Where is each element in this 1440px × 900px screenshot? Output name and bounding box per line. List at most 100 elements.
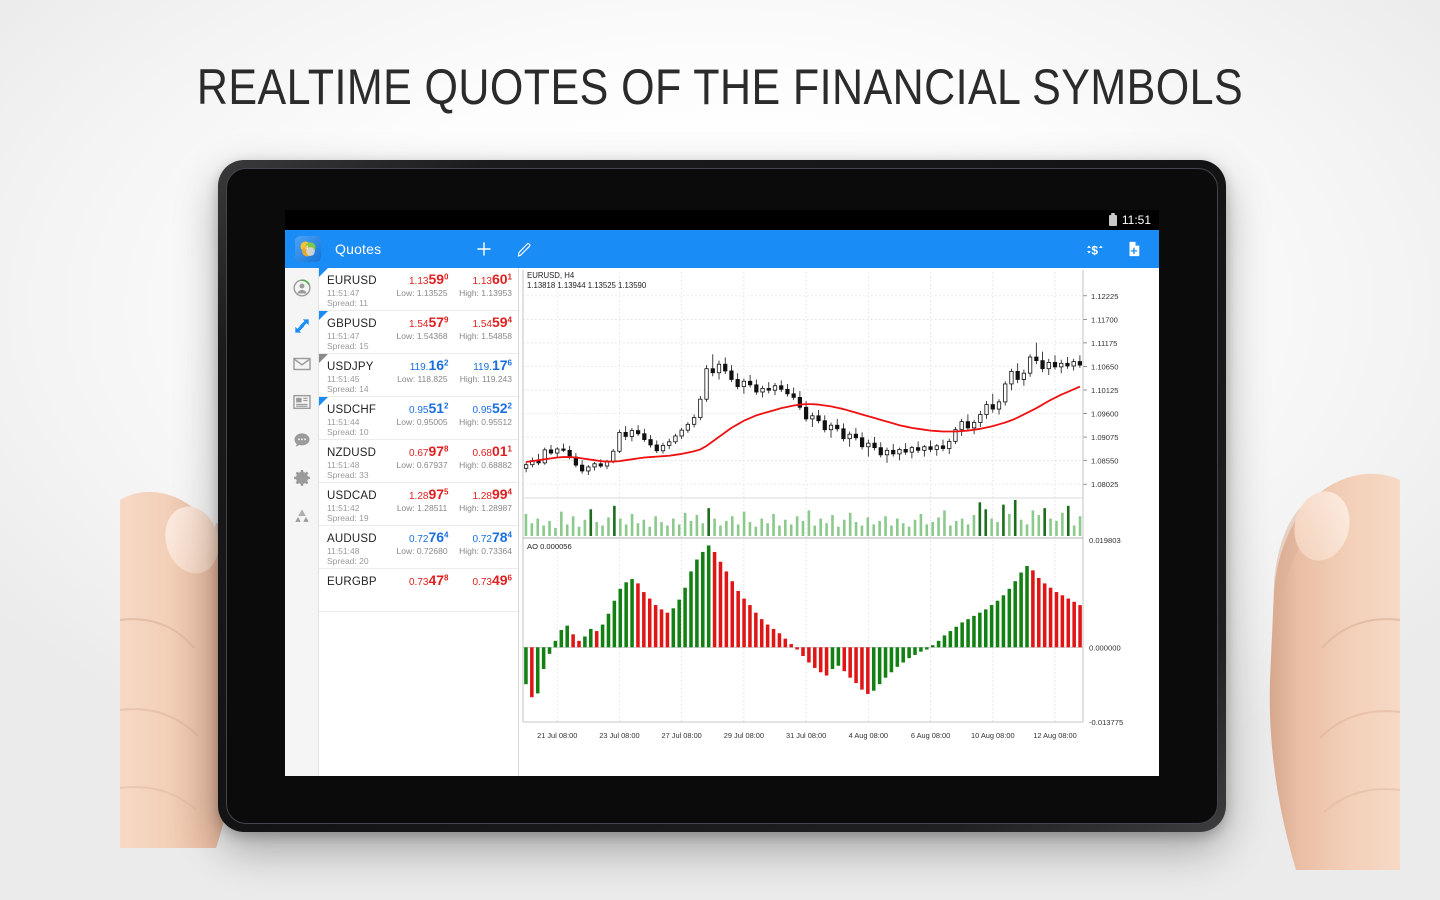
time-tick-label: 10 Aug 08:00 (971, 731, 1015, 740)
ao-bar (877, 647, 882, 685)
candle-body (841, 428, 846, 440)
ao-bar (612, 600, 617, 648)
volume-bar (689, 520, 693, 536)
time-tick-label: 27 Jul 08:00 (662, 731, 702, 740)
quote-row[interactable]: EURUSD 1.13590 1.13601 11:51:47 Low: 1.13525… (319, 268, 518, 311)
sidebar-item-news[interactable] (290, 390, 314, 414)
quote-low: Low: 118.825 (397, 374, 448, 384)
pencil-icon[interactable] (509, 234, 539, 264)
ao-bar (771, 628, 776, 648)
quotes-list[interactable]: EURUSD 1.13590 1.13601 11:51:47 Low: 1.13525… (319, 268, 519, 776)
volume-bar (565, 524, 569, 536)
sidebar-item-settings[interactable] (290, 466, 314, 490)
currency-sort-icon[interactable]: $ (1079, 234, 1109, 264)
add-document-icon[interactable] (1119, 234, 1149, 264)
volume-bar (524, 513, 528, 536)
volume-bar (795, 516, 799, 536)
sidebar-item-chat[interactable] (290, 428, 314, 452)
volume-bar (848, 512, 852, 536)
ao-bar (748, 605, 752, 648)
candle-body (667, 441, 672, 446)
quote-bid: 1.28975 (409, 486, 449, 502)
candle-body (859, 437, 865, 448)
candle-body (698, 398, 703, 418)
ao-bar (553, 640, 558, 648)
ao-bar (777, 633, 782, 648)
quote-row[interactable]: AUDUSD 0.72764 0.72784 11:51:48 Low: 0.72680… (319, 526, 518, 569)
quote-corner-marker (319, 268, 328, 277)
quote-row[interactable]: EURGBP 0.73478 0.73496 (319, 569, 518, 612)
volume-bar (854, 522, 858, 536)
volume-bar (642, 519, 646, 536)
ao-bar (630, 579, 634, 648)
quote-row[interactable]: USDCAD 1.28975 1.28994 11:51:42 Low: 1.28511… (319, 483, 518, 526)
ao-bar (665, 612, 670, 648)
ao-bar (695, 559, 699, 648)
quote-high: High: 1.54858 (459, 331, 513, 341)
quote-row[interactable]: NZDUSD 0.67978 0.68011 11:51:48 Low: 0.67937… (319, 440, 518, 483)
app-body: EURUSD 1.13590 1.13601 11:51:47 Low: 1.13525… (285, 268, 1159, 776)
ao-bar (1072, 601, 1076, 648)
volume-bar (636, 523, 640, 536)
candle-body (1071, 361, 1076, 367)
price-tick-label: 1.09075 (1091, 433, 1118, 442)
candle-body (741, 380, 747, 388)
ao-bar (801, 647, 805, 657)
quote-symbol: USDCAD (327, 490, 377, 502)
volume-bar (831, 515, 834, 536)
ao-bar (671, 608, 676, 648)
volume-bar (1037, 515, 1041, 536)
ao-bar (789, 644, 793, 648)
svg-text:$: $ (1091, 243, 1098, 257)
volume-bar (913, 519, 917, 536)
price-tick-label: 1.10650 (1091, 362, 1118, 371)
candle-body (673, 435, 678, 443)
sidebar-item-tradays[interactable] (290, 504, 314, 528)
chart-pane[interactable]: 1.12225 1.11700 1.11175 1.10650 1.10125 1.096… (519, 268, 1159, 776)
volume-bar (766, 523, 769, 536)
candle-body (679, 429, 684, 437)
ao-bar (1013, 581, 1017, 648)
ao-bar (1078, 605, 1082, 648)
quote-row[interactable]: USDJPY 119.162 119.176 11:51:45 Low: 118.825… (319, 354, 518, 397)
quote-bid: 1.54579 (409, 314, 449, 330)
quote-time: 11:51:48 (327, 460, 360, 470)
quote-symbol: NZDUSD (327, 447, 377, 459)
candle-body (978, 414, 983, 423)
sidebar-item-mail[interactable] (290, 352, 314, 376)
price-tick-label: 1.10125 (1091, 386, 1118, 395)
sidebar-item-accounts[interactable] (290, 276, 314, 300)
candle-body (797, 397, 802, 408)
candle-body (909, 447, 914, 453)
quote-row[interactable]: GBPUSD 1.54579 1.54594 11:51:47 Low: 1.54368… (319, 311, 518, 354)
app-title: Quotes (335, 241, 382, 257)
metatrader-logo-icon: 4 (295, 236, 321, 262)
ao-bar (559, 629, 564, 648)
quote-high: High: 119.243 (459, 374, 513, 384)
quote-spread: Spread: 15 (327, 341, 369, 351)
volume-bar (784, 519, 787, 536)
candle-body (598, 463, 603, 467)
ao-bar (565, 625, 569, 648)
price-tick-label: 1.08025 (1091, 480, 1118, 489)
quote-bid: 119.162 (409, 357, 449, 373)
ao-bar (972, 615, 976, 648)
volume-bar (707, 508, 710, 536)
app-bar: 4 Quotes $ (285, 230, 1159, 268)
ao-bar (830, 647, 835, 670)
candle-body (971, 422, 977, 429)
chart-ohlc-values: 1.13818 1.13944 1.13525 1.13590 (527, 281, 647, 290)
quote-row[interactable]: USDCHF 0.95512 0.95522 11:51:44 Low: 0.95005… (319, 397, 518, 440)
volume-bar (990, 518, 993, 536)
price-chart[interactable]: 1.12225 1.11700 1.11175 1.10650 1.10125 1.096… (519, 268, 1159, 776)
ao-bar (577, 640, 581, 648)
quote-spread: Spread: 14 (327, 384, 369, 394)
sidebar-item-trade[interactable] (290, 314, 314, 338)
ao-bar (524, 647, 528, 685)
plus-icon[interactable] (469, 234, 499, 264)
page-headline: REALTIME QUOTES OF THE FINANCIAL SYMBOLS (196, 59, 1244, 115)
candle-body (548, 449, 554, 454)
quote-ask: 1.28994 (472, 486, 513, 502)
candle-body (984, 404, 989, 415)
ao-bar (589, 628, 593, 648)
